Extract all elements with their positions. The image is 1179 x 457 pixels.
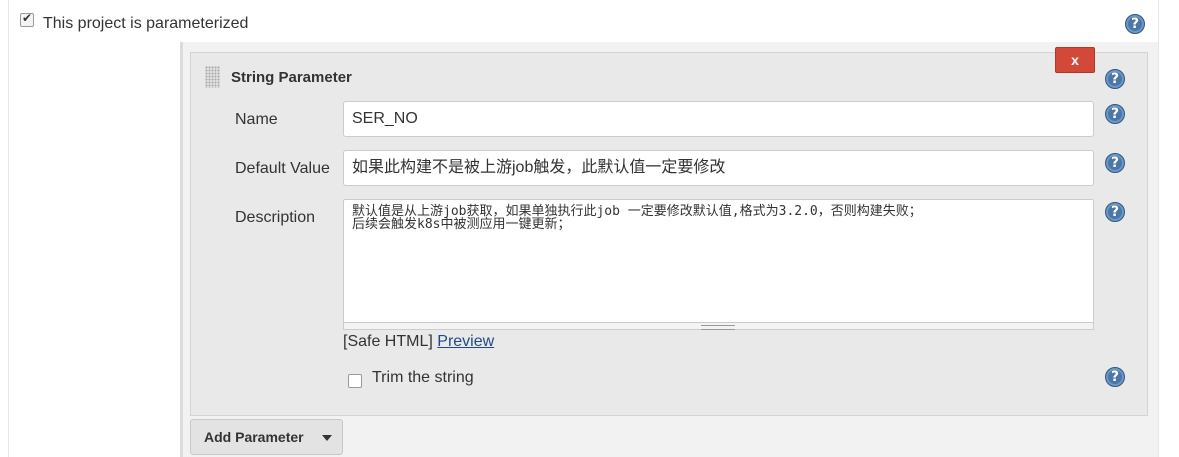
description-label: Description xyxy=(235,209,316,226)
default-value-input[interactable]: 如果此构建不是被上游job触发，此默认值一定要修改 xyxy=(343,150,1094,186)
parameterized-row: This project is parameterized xyxy=(8,0,1159,42)
name-input[interactable]: SER_NO xyxy=(343,101,1094,137)
help-icon[interactable]: ? xyxy=(1105,367,1125,387)
parameter-type-title: String Parameter xyxy=(231,69,352,86)
trim-string-label: Trim the string xyxy=(372,369,474,386)
textarea-resize-handle[interactable] xyxy=(343,322,1094,330)
parameterized-checkbox[interactable] xyxy=(20,11,34,27)
name-label: Name xyxy=(235,111,278,128)
description-textarea[interactable]: 默认值是从上游job获取，如果单独执行此job 一定要修改默认值,格式为3.2.… xyxy=(343,199,1094,329)
drag-handle-icon[interactable] xyxy=(205,66,220,88)
safe-html-note: [Safe HTML] Preview xyxy=(343,333,494,351)
safe-html-label: [Safe HTML] xyxy=(343,333,433,350)
left-indent xyxy=(8,42,181,457)
default-value-label: Default Value xyxy=(235,160,330,177)
help-icon[interactable]: ? xyxy=(1105,104,1125,124)
parameterized-label: This project is parameterized xyxy=(43,15,249,32)
delete-parameter-button[interactable]: x xyxy=(1055,47,1095,73)
trim-string-checkbox[interactable] xyxy=(348,374,362,388)
help-icon[interactable]: ? xyxy=(1105,202,1125,222)
right-divider xyxy=(1158,0,1159,457)
help-icon[interactable]: ? xyxy=(1105,153,1125,173)
jenkins-parameter-config: This project is parameterized ? String P… xyxy=(0,0,1179,457)
caret-down-icon xyxy=(322,435,332,441)
preview-link[interactable]: Preview xyxy=(437,333,494,350)
help-icon[interactable]: ? xyxy=(1105,69,1125,89)
help-icon[interactable]: ? xyxy=(1125,14,1145,34)
add-parameter-label: Add Parameter xyxy=(204,429,304,445)
add-parameter-button[interactable]: Add Parameter xyxy=(190,419,343,455)
